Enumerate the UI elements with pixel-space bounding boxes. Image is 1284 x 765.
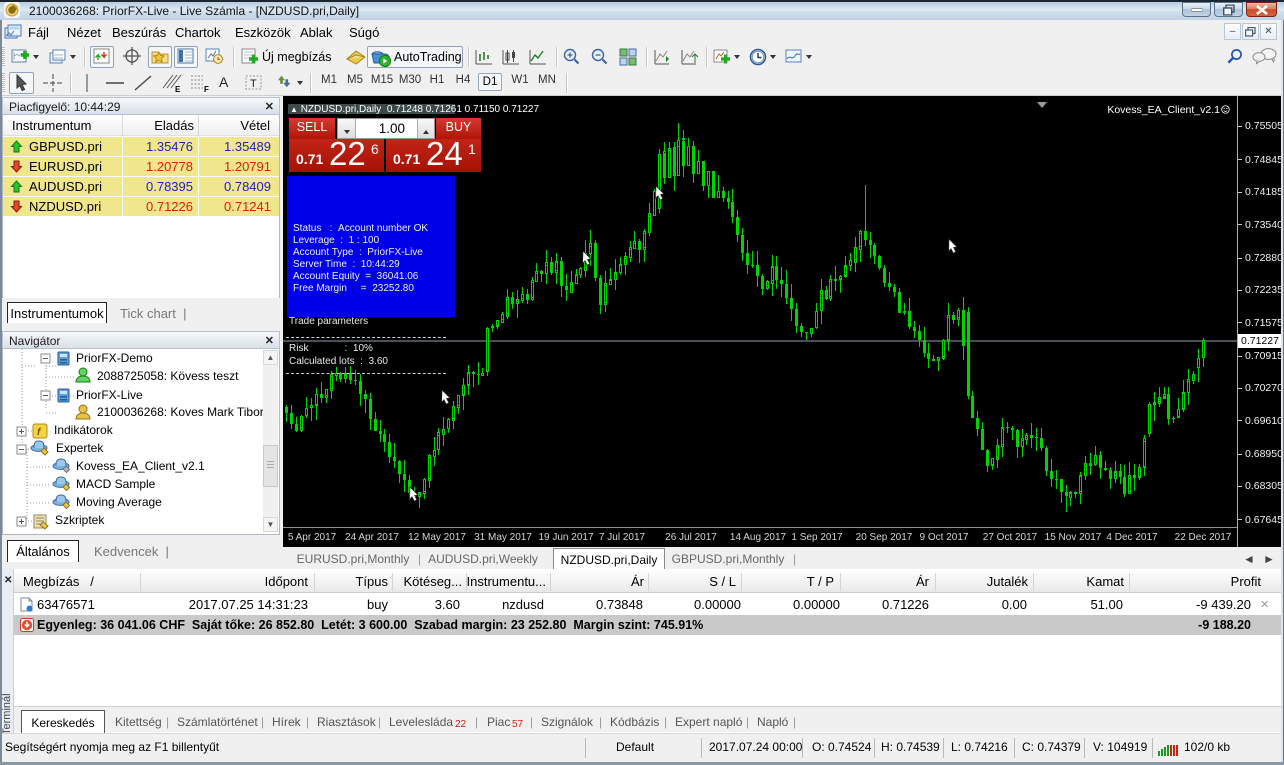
svg-text:T: T (250, 78, 257, 90)
svg-text:E: E (175, 85, 181, 94)
svg-text:F: F (204, 85, 209, 94)
